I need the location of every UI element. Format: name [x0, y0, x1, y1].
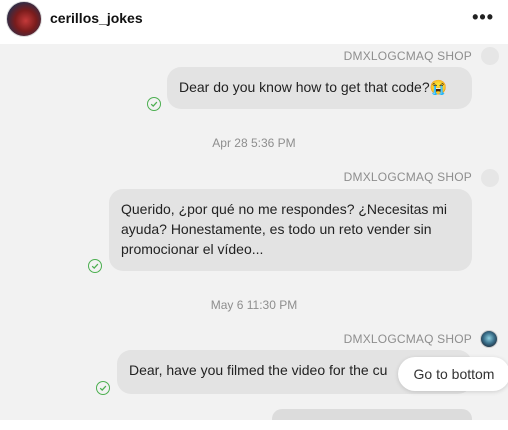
message-text: Querido, ¿por qué no me respondes? ¿Nece… — [121, 201, 448, 257]
message-sender: DMXLOGCMAQ SHOP — [343, 332, 472, 346]
go-to-bottom-label: Go to bottom — [413, 366, 495, 382]
sent-check-icon — [96, 381, 110, 395]
message-bubble[interactable]: Querido, ¿por qué no me respondes? ¿Nece… — [109, 189, 472, 271]
more-options-icon[interactable]: ••• — [472, 8, 494, 26]
message-text: Dear, have you filmed the video for the … — [129, 362, 388, 378]
message-text: Dear do you know how to get that code?😭 — [179, 79, 448, 95]
footer-strip — [0, 420, 508, 430]
sent-check-icon — [147, 97, 161, 111]
message-sender: DMXLOGCMAQ SHOP — [343, 170, 472, 184]
chat-header: cerillos_jokes ••• — [0, 0, 508, 44]
sender-avatar — [480, 330, 498, 348]
message-timestamp: May 6 11:30 PM — [210, 298, 298, 312]
message-sender: DMXLOGCMAQ SHOP — [343, 49, 472, 63]
chat-username[interactable]: cerillos_jokes — [50, 10, 143, 26]
sender-avatar — [481, 47, 499, 65]
sender-avatar — [481, 169, 499, 187]
profile-avatar[interactable] — [6, 1, 42, 37]
go-to-bottom-button[interactable]: Go to bottom — [398, 357, 508, 391]
message-bubble[interactable]: Dear do you know how to get that code?😭 — [167, 67, 472, 109]
message-timestamp: Apr 28 5:36 PM — [212, 136, 296, 150]
sent-check-icon — [88, 259, 102, 273]
